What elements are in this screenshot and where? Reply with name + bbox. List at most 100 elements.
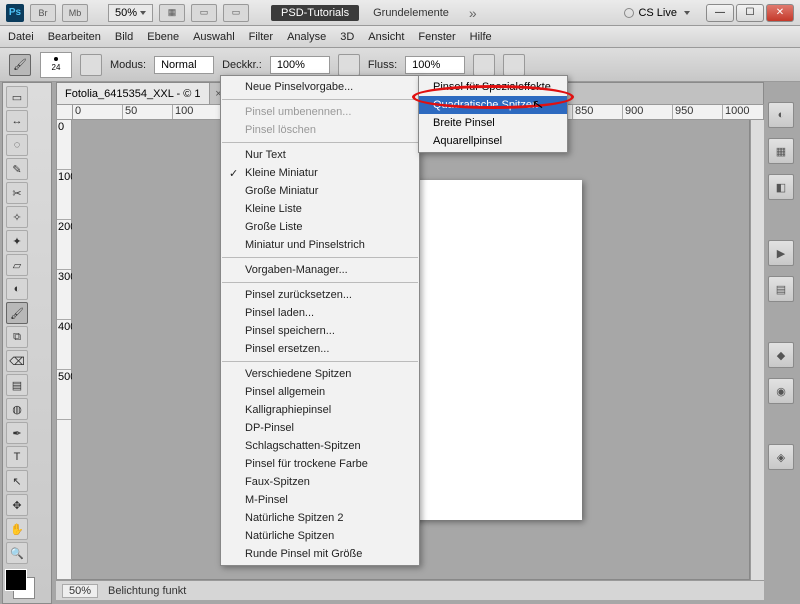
workspace-more-icon[interactable]: » xyxy=(463,5,483,21)
adjustments-panel-icon[interactable]: ▶ xyxy=(768,240,794,266)
ctx-item[interactable]: Schlagschatten-Spitzen xyxy=(221,437,419,455)
titlebar: Ps Br Mb 50% ▦ ▭ ▭ PSD-Tutorials Grundel… xyxy=(0,0,800,26)
document-tab[interactable]: Fotolia_6415354_XXL - © 1 xyxy=(57,83,210,104)
ctx-item[interactable]: DP-Pinsel xyxy=(221,419,419,437)
brush-preview[interactable]: 24 xyxy=(40,52,72,78)
zoom-select[interactable]: 50% xyxy=(108,4,153,22)
ctx-item[interactable]: Vorgaben-Manager... xyxy=(221,261,419,279)
minibridge-button[interactable]: Mb xyxy=(62,4,88,22)
menu-ansicht[interactable]: Ansicht xyxy=(368,31,404,43)
cslive-button[interactable]: CS Live xyxy=(624,7,690,19)
ctx-item[interactable]: Faux-Spitzen xyxy=(221,473,419,491)
ctx-item[interactable]: Kleine Liste xyxy=(221,200,419,218)
mode-label: Modus: xyxy=(110,59,146,71)
ctx-item[interactable]: Kleine Miniatur xyxy=(221,164,419,182)
styles-panel-icon[interactable]: ◧ xyxy=(768,174,794,200)
submenu-item[interactable]: Quadratische Spitzen xyxy=(419,96,567,114)
ctx-item[interactable]: Verschiedene Spitzen xyxy=(221,365,419,383)
paths-panel-icon[interactable]: ◈ xyxy=(768,444,794,470)
current-tool-icon[interactable]: 🖌 xyxy=(9,54,31,76)
tool-5[interactable]: ✧ xyxy=(6,206,28,228)
menu-ebene[interactable]: Ebene xyxy=(147,31,179,43)
airbrush-icon[interactable] xyxy=(473,54,495,76)
ctx-item[interactable]: M-Pinsel xyxy=(221,491,419,509)
swatches-panel-icon[interactable]: ▦ xyxy=(768,138,794,164)
tool-16[interactable]: ↖ xyxy=(6,470,28,492)
close-button[interactable]: ✕ xyxy=(766,4,794,22)
tool-2[interactable]: ◌ xyxy=(6,134,28,156)
tool-0[interactable]: ▭ xyxy=(6,86,28,108)
tool-14[interactable]: ✒ xyxy=(6,422,28,444)
color-panel-icon[interactable]: ◐ xyxy=(768,102,794,128)
submenu-item[interactable]: Breite Pinsel xyxy=(419,114,567,132)
masks-panel-icon[interactable]: ▤ xyxy=(768,276,794,302)
tool-1[interactable]: ↔ xyxy=(6,110,28,132)
menu-datei[interactable]: Datei xyxy=(8,31,34,43)
maximize-button[interactable]: ☐ xyxy=(736,4,764,22)
tool-12[interactable]: ▤ xyxy=(6,374,28,396)
flow-label: Fluss: xyxy=(368,59,397,71)
ctx-item[interactable]: Kalligraphiepinsel xyxy=(221,401,419,419)
menu-filter[interactable]: Filter xyxy=(249,31,273,43)
layers-panel-icon[interactable]: ◆ xyxy=(768,342,794,368)
menu-fenster[interactable]: Fenster xyxy=(418,31,455,43)
ctx-item[interactable]: Pinsel zurücksetzen... xyxy=(221,286,419,304)
tool-13[interactable]: ◍ xyxy=(6,398,28,420)
ctx-item[interactable]: Runde Pinsel mit Größe xyxy=(221,545,419,563)
menu-bild[interactable]: Bild xyxy=(115,31,133,43)
ctx-item[interactable]: Pinsel für trockene Farbe xyxy=(221,455,419,473)
tool-18[interactable]: ✋ xyxy=(6,518,28,540)
channels-panel-icon[interactable]: ◉ xyxy=(768,378,794,404)
ctx-item[interactable]: Pinsel laden... xyxy=(221,304,419,322)
bridge-button[interactable]: Br xyxy=(30,4,56,22)
tool-15[interactable]: T xyxy=(6,446,28,468)
menu-analyse[interactable]: Analyse xyxy=(287,31,326,43)
brush-panel-toggle[interactable] xyxy=(80,54,102,76)
statusbar: 50% Belichtung funkt xyxy=(56,580,764,600)
tool-17[interactable]: ✥ xyxy=(6,494,28,516)
ctx-item[interactable]: Pinsel allgemein xyxy=(221,383,419,401)
status-zoom[interactable]: 50% xyxy=(62,584,98,598)
menu-3d[interactable]: 3D xyxy=(340,31,354,43)
tool-8[interactable]: ◐ xyxy=(6,278,28,300)
app-icon: Ps xyxy=(6,4,24,22)
ctx-item[interactable]: Natürliche Spitzen xyxy=(221,527,419,545)
tool-7[interactable]: ▱ xyxy=(6,254,28,276)
menu-hilfe[interactable]: Hilfe xyxy=(470,31,492,43)
workspace-tab-dark[interactable]: PSD-Tutorials xyxy=(271,5,359,21)
tool-3[interactable]: ✎ xyxy=(6,158,28,180)
scrollbar-vertical[interactable] xyxy=(750,120,764,580)
tool-11[interactable]: ⌫ xyxy=(6,350,28,372)
opacity-pressure-icon[interactable] xyxy=(338,54,360,76)
color-swatches[interactable] xyxy=(5,569,49,601)
ctx-item[interactable]: Pinsel speichern... xyxy=(221,322,419,340)
arrange-button[interactable]: ▭ xyxy=(191,4,217,22)
tool-6[interactable]: ✦ xyxy=(6,230,28,252)
ctx-item[interactable]: Große Liste xyxy=(221,218,419,236)
tool-10[interactable]: ⧉ xyxy=(6,326,28,348)
menu-auswahl[interactable]: Auswahl xyxy=(193,31,235,43)
tool-4[interactable]: ✂ xyxy=(6,182,28,204)
ctx-item[interactable]: Nur Text xyxy=(221,146,419,164)
menu-bearbeiten[interactable]: Bearbeiten xyxy=(48,31,101,43)
ctx-item[interactable]: Große Miniatur xyxy=(221,182,419,200)
tablet-pressure-icon[interactable] xyxy=(503,54,525,76)
submenu-item[interactable]: Pinsel für Spezialeffekte xyxy=(419,78,567,96)
mode-select[interactable]: Normal xyxy=(154,56,214,74)
ctx-item[interactable]: Pinsel ersetzen... xyxy=(221,340,419,358)
screen-mode-button[interactable]: ▭ xyxy=(223,4,249,22)
flow-field[interactable]: 100% xyxy=(405,56,465,74)
workspace-tab-light[interactable]: Grundelemente xyxy=(365,7,457,19)
minimize-button[interactable]: — xyxy=(706,4,734,22)
toolbox: ▭↔◌✎✂✧✦▱◐🖌⧉⌫▤◍✒T↖✥✋🔍 xyxy=(2,82,52,604)
submenu-item[interactable]: Aquarellpinsel xyxy=(419,132,567,150)
tool-9[interactable]: 🖌 xyxy=(6,302,28,324)
ctx-item[interactable]: Natürliche Spitzen 2 xyxy=(221,509,419,527)
view-extras-button[interactable]: ▦ xyxy=(159,4,185,22)
opacity-field[interactable]: 100% xyxy=(270,56,330,74)
status-message: Belichtung funkt xyxy=(108,585,186,597)
ctx-item[interactable]: Miniatur und Pinselstrich xyxy=(221,236,419,254)
opacity-label: Deckkr.: xyxy=(222,59,262,71)
ctx-item[interactable]: Neue Pinselvorgabe... xyxy=(221,78,419,96)
tool-19[interactable]: 🔍 xyxy=(6,542,28,564)
